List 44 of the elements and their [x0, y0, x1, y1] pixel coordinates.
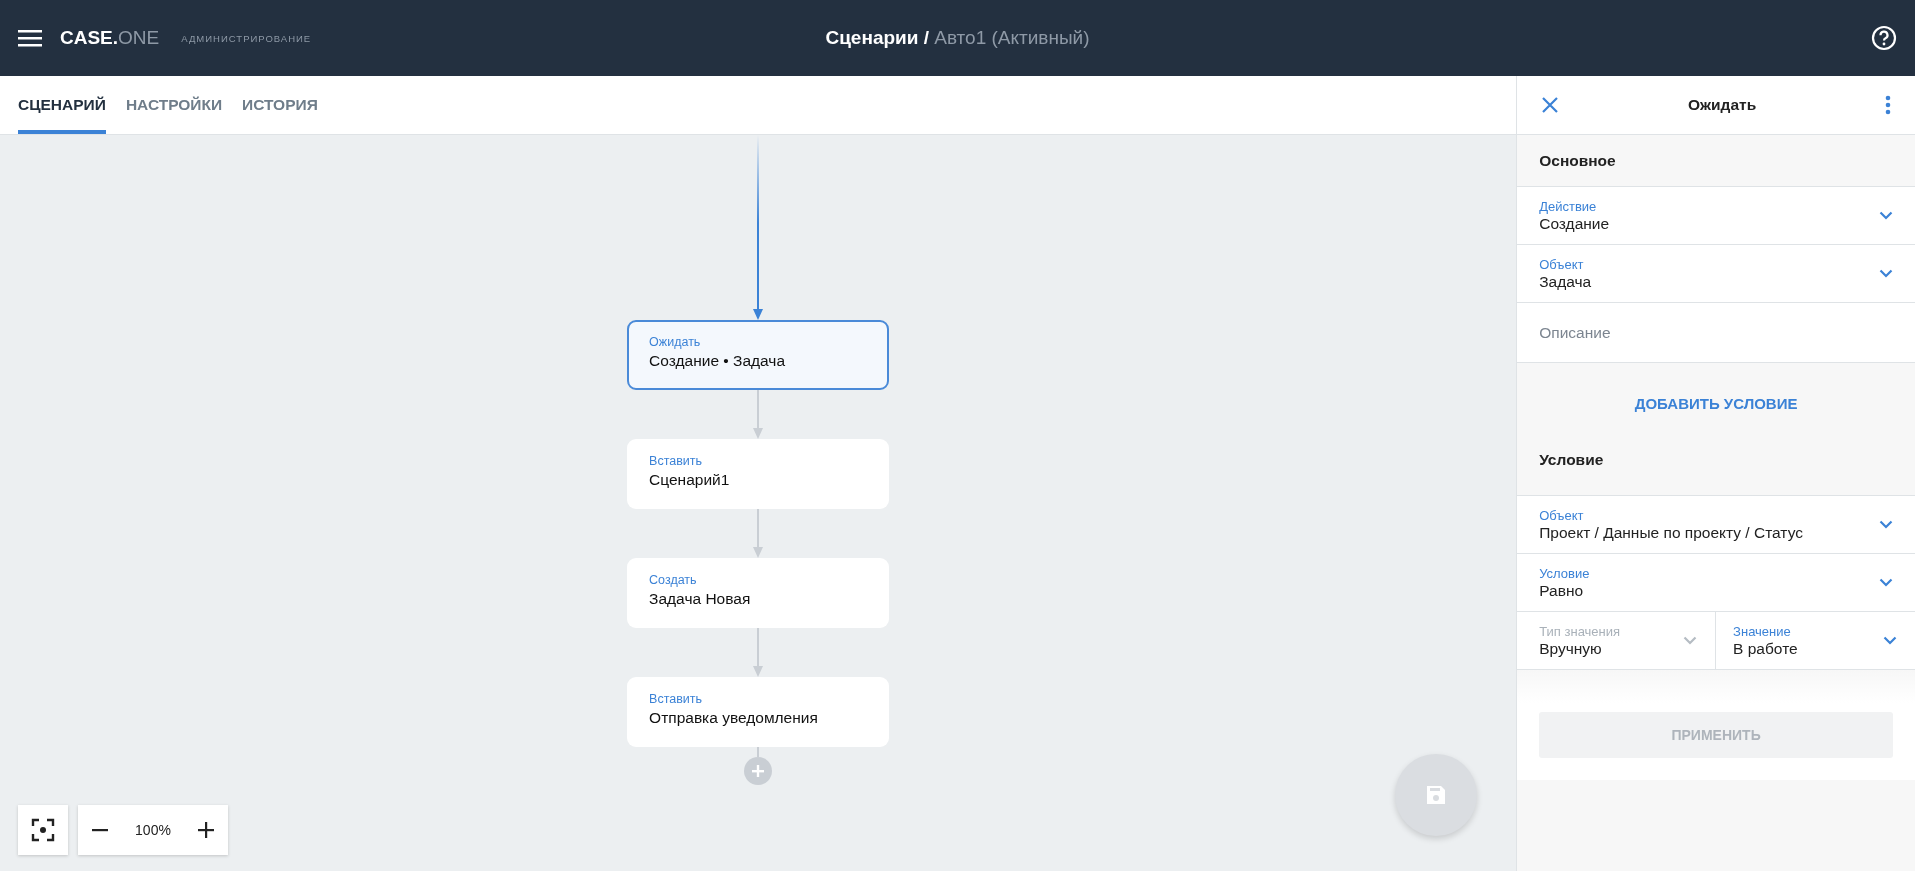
node-text: Задача Новая — [649, 590, 752, 608]
zoom-in-icon[interactable] — [198, 822, 215, 838]
node-type: Вставить — [649, 692, 704, 706]
close-icon[interactable] — [1541, 96, 1560, 114]
section-heading: Основное — [1539, 151, 1616, 170]
connector-arrow — [752, 509, 765, 558]
chevron-down-icon — [1879, 269, 1893, 278]
flow-node[interactable]: Вставить Отправка уведомления — [627, 677, 890, 747]
menu-icon[interactable] — [18, 29, 42, 47]
section-label: АДМИНИСТРИРОВАНИЕ — [181, 32, 312, 44]
select-field[interactable]: Действие Создание — [1517, 187, 1915, 245]
connector-arrow — [752, 390, 765, 439]
node-type: Создать — [649, 573, 698, 587]
section-heading: Условие — [1539, 451, 1604, 469]
select-field[interactable]: Объект Задача — [1517, 245, 1915, 303]
flow-node[interactable]: Создать Задача Новая — [627, 558, 890, 628]
chevron-down-icon — [1883, 636, 1897, 645]
node-text: Создание • Задача — [649, 352, 787, 370]
chevron-down-icon — [1879, 578, 1893, 587]
description-field[interactable]: Описание — [1517, 303, 1915, 363]
flow-node[interactable]: Вставить Сценарий1 — [627, 439, 890, 509]
select-field[interactable]: Условие Равно — [1517, 554, 1915, 612]
node-type: Вставить — [649, 454, 704, 468]
chevron-down-icon — [1879, 211, 1893, 220]
select-field[interactable]: Объект Проект / Данные по проекту / Статус — [1517, 496, 1915, 554]
add-condition-button[interactable]: ДОБАВИТЬ УСЛОВИЕ — [1622, 386, 1810, 420]
more-options-icon[interactable] — [1885, 95, 1891, 115]
focus-icon — [31, 818, 55, 842]
tab[interactable]: ИСТОРИЯ — [242, 76, 318, 134]
select-field[interactable]: Значение В работе — [1716, 612, 1915, 670]
connector-arrow — [752, 628, 765, 677]
chevron-down-icon — [1683, 636, 1698, 645]
node-type: Ожидать — [649, 335, 702, 349]
fit-view-button[interactable] — [18, 805, 68, 855]
help-icon[interactable] — [1871, 25, 1897, 51]
flow-node[interactable]: Ожидать Создание • Задача — [627, 320, 890, 390]
node-text: Сценарий1 — [649, 471, 731, 489]
node-text: Отправка уведомления — [649, 709, 819, 727]
brand-logo: CASE.ONE — [60, 27, 160, 49]
zoom-level: 100% — [135, 822, 171, 838]
chevron-down-icon — [1879, 520, 1893, 529]
panel-title: Ожидать — [1688, 96, 1757, 114]
page-title: Сценарии / Авто1 (Активный) — [825, 27, 1090, 49]
tab[interactable]: НАСТРОЙКИ — [125, 76, 223, 134]
